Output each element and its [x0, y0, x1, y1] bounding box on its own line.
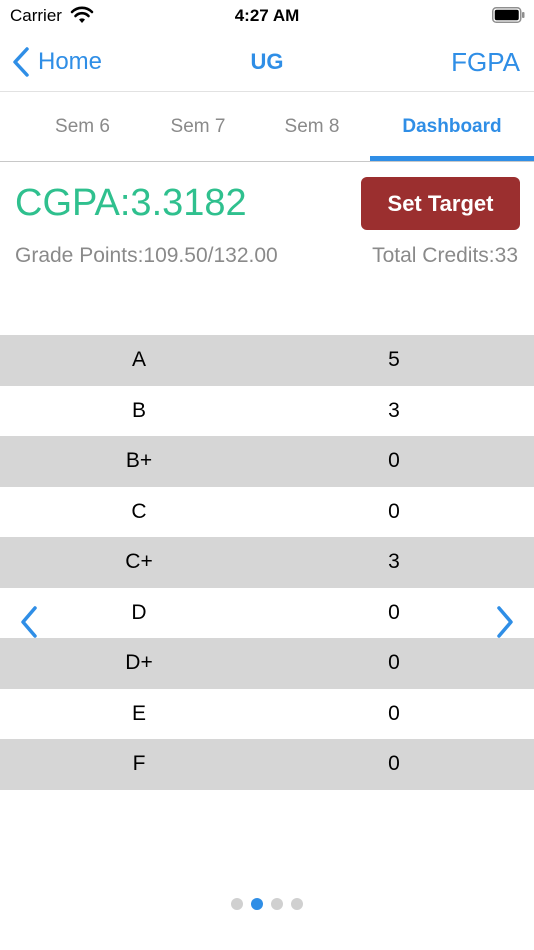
table-row: D 0: [0, 587, 534, 638]
chevron-right-icon: [497, 606, 513, 638]
grade-cell: C+: [125, 550, 153, 574]
battery-icon: [492, 7, 525, 23]
chevron-left-icon: [21, 606, 37, 638]
tab-sem-6[interactable]: Sem 6: [24, 93, 141, 161]
table-row: A 5: [0, 335, 534, 386]
grade-cell: D+: [125, 651, 153, 675]
page-dot[interactable]: [251, 898, 263, 910]
page-indicator: [0, 898, 534, 910]
cgpa-value: CGPA:3.3182: [15, 182, 247, 224]
fgpa-button[interactable]: FGPA: [451, 47, 520, 78]
count-cell: 0: [388, 701, 400, 725]
tab-sem-7[interactable]: Sem 7: [140, 93, 256, 161]
grade-cell: A: [131, 348, 146, 372]
table-row: B 3: [0, 385, 534, 436]
count-cell: 5: [388, 348, 400, 372]
set-target-button[interactable]: Set Target: [361, 177, 520, 230]
grade-cell: D: [131, 600, 147, 624]
grade-cell: C: [131, 499, 147, 523]
grade-cell: F: [132, 752, 146, 776]
page-dot[interactable]: [291, 898, 303, 910]
page-dot[interactable]: [271, 898, 283, 910]
count-cell: 0: [388, 499, 400, 523]
count-cell: 0: [388, 449, 400, 473]
previous-page-button[interactable]: [18, 604, 40, 640]
total-credits-label: Total Credits:33: [372, 244, 518, 267]
table-row: C+ 3: [0, 537, 534, 588]
count-cell: 0: [388, 752, 400, 776]
count-cell: 0: [388, 651, 400, 675]
grade-points-label: Grade Points:109.50/132.00: [15, 244, 278, 267]
count-cell: 3: [388, 398, 400, 422]
table-row: E 0: [0, 688, 534, 739]
table-row: F 0: [0, 739, 534, 790]
navigation-bar: Home UG FGPA: [0, 32, 534, 92]
grade-cell: E: [131, 701, 146, 725]
semester-tabs: Sem 6 Sem 7 Sem 8 Dashboard: [0, 93, 534, 162]
tab-sem-8[interactable]: Sem 8: [254, 93, 370, 161]
active-tab-indicator: [370, 156, 534, 161]
next-page-button[interactable]: [494, 604, 516, 640]
count-cell: 3: [388, 550, 400, 574]
grade-cell: B+: [125, 449, 153, 473]
count-cell: 0: [388, 600, 400, 624]
grade-table: A 5 B 3 B+ 0 C 0 C+ 3 D 0 D+ 0 E 0 F 0: [0, 335, 534, 790]
clock: 4:27 AM: [234, 6, 300, 25]
grade-cell: B: [131, 398, 146, 422]
status-bar: Carrier 4:27 AM: [0, 0, 534, 32]
page-dot[interactable]: [231, 898, 243, 910]
table-row: C 0: [0, 486, 534, 537]
table-row: B+ 0: [0, 436, 534, 487]
table-row: D+ 0: [0, 638, 534, 689]
tab-dashboard[interactable]: Dashboard: [370, 93, 534, 161]
